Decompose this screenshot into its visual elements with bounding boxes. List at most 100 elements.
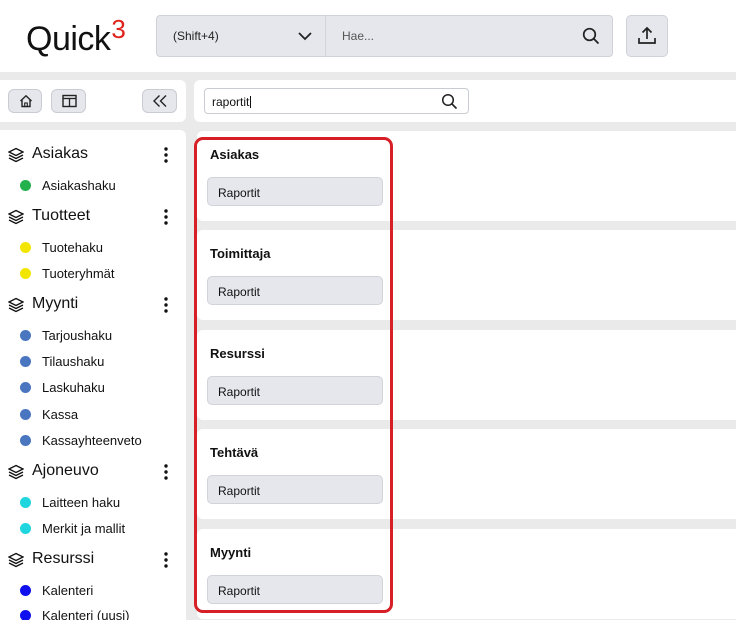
sidebar-item-laskuhaku[interactable]: Laskuhaku [0,377,186,397]
status-dot [20,330,31,341]
app-logo[interactable]: Quick3 [26,14,126,59]
raportit-button[interactable]: Raportit [207,575,383,604]
button-label: Raportit [218,186,261,200]
more-vertical-icon[interactable] [162,551,170,569]
search-icon[interactable] [582,27,600,45]
sidebar-item-label: Kassayhteenveto [42,433,142,448]
sidebar-item-label: Laitteen haku [42,495,121,510]
status-dot [20,268,31,279]
raportit-button[interactable]: Raportit [207,276,383,305]
layers-icon [8,209,24,225]
sidebar-toolbar [0,80,186,122]
menu-filter-input[interactable]: raportit [204,88,469,114]
sidebar-item-label: Tilaushaku [42,354,105,369]
global-search-input[interactable]: Hae... [342,29,374,43]
layers-icon [8,552,24,568]
layers-icon [8,147,24,163]
home-icon [20,94,32,108]
sidebar-item-kassayhteenveto[interactable]: Kassayhteenveto [0,430,186,450]
result-card-asiakas: Asiakas Raportit [197,131,736,221]
sidebar-item-tilaushaku[interactable]: Tilaushaku [0,351,186,371]
sidebar-group-label: Asiakas [32,145,89,162]
more-vertical-icon[interactable] [162,296,170,314]
sidebar-item-asiakashaku[interactable]: Asiakashaku [0,175,186,195]
search-scope-select[interactable]: (Shift+4) [157,16,326,56]
sidebar-item-laitteen-haku[interactable]: Laitteen haku [0,492,186,512]
logo-suffix: 3 [111,14,126,44]
result-card-tehtava: Tehtävä Raportit [197,429,736,519]
sidebar-group-label: Resurssi [32,550,95,567]
menu-filter-value: raportit [212,95,252,109]
more-vertical-icon[interactable] [162,463,170,481]
layout-button[interactable] [51,89,86,113]
sidebar-item-label: Tuotehaku [42,240,103,255]
chevron-down-icon [298,32,312,41]
search-icon[interactable] [441,93,458,110]
layers-icon [8,464,24,480]
result-card-resurssi: Resurssi Raportit [197,330,736,420]
sidebar-group-ajoneuvo[interactable]: Ajoneuvo [0,460,186,484]
status-dot [20,382,31,393]
sidebar-item-kalenteri[interactable]: Kalenteri [0,580,186,600]
status-dot [20,523,31,534]
sidebar-item-label: Kassa [42,407,79,422]
sidebar-group-label: Ajoneuvo [32,462,99,479]
sidebar-item-merkit-ja-mallit[interactable]: Merkit ja mallit [0,518,186,538]
button-label: Raportit [218,584,261,598]
status-dot [20,180,31,191]
status-dot [20,409,31,420]
upload-button[interactable] [626,15,668,57]
result-card-title: Tehtävä [210,445,259,460]
raportit-button[interactable]: Raportit [207,177,383,206]
sidebar-group-resurssi[interactable]: Resurssi [0,548,186,572]
sidebar-group-label: Myynti [32,295,79,312]
sidebar-group-asiakas[interactable]: Asiakas [0,143,186,167]
double-chevron-left-icon [153,95,167,107]
home-button[interactable] [8,89,42,113]
button-label: Raportit [218,285,261,299]
sidebar-item-label: Kalenteri [42,583,94,598]
status-dot [20,435,31,446]
sidebar-group-label: Tuotteet [32,207,91,224]
app-header: Quick3 (Shift+4) Hae... [0,0,736,72]
sidebar-nav: Asiakas Asiakashaku Tuotteet Tuotehaku T… [0,130,186,620]
sidebar-item-label: Merkit ja mallit [42,521,126,536]
status-dot [20,242,31,253]
status-dot [20,356,31,367]
raportit-button[interactable]: Raportit [207,376,383,405]
sidebar-group-myynti[interactable]: Myynti [0,293,186,317]
sidebar-item-label: Kalenteri (uusi) [42,608,130,620]
result-card-myynti: Myynti Raportit [197,529,736,619]
upload-icon [638,26,656,44]
raportit-button[interactable]: Raportit [207,475,383,504]
more-vertical-icon[interactable] [162,208,170,226]
status-dot [20,585,31,596]
button-label: Raportit [218,385,261,399]
sidebar-item-label: Tarjoushaku [42,328,113,343]
sidebar-group-tuotteet[interactable]: Tuotteet [0,205,186,229]
sidebar-item-kassa[interactable]: Kassa [0,404,186,424]
text-cursor [250,96,252,108]
sidebar-item-label: Laskuhaku [42,380,105,395]
global-search-bar: (Shift+4) Hae... [156,15,613,57]
result-card-title: Myynti [210,545,252,560]
more-vertical-icon[interactable] [162,146,170,164]
sidebar-item-tuotehaku[interactable]: Tuotehaku [0,237,186,257]
layers-icon [8,297,24,313]
status-dot [20,497,31,508]
search-scope-value: (Shift+4) [173,29,219,43]
sidebar-item-label: Tuoteryhmät [42,266,115,281]
result-card-title: Toimittaja [210,246,271,261]
result-card-toimittaja: Toimittaja Raportit [197,230,736,320]
result-card-title: Asiakas [210,147,260,162]
button-label: Raportit [218,484,261,498]
sidebar-item-tarjoushaku[interactable]: Tarjoushaku [0,325,186,345]
sidebar-item-label: Asiakashaku [42,178,116,193]
layout-icon [62,94,77,108]
status-dot [20,610,31,620]
logo-text: Quick [26,20,111,58]
collapse-sidebar-button[interactable] [142,89,177,113]
sidebar-item-tuoteryhmat[interactable]: Tuoteryhmät [0,263,186,283]
sidebar-item-kalenteri-uusi[interactable]: Kalenteri (uusi) [0,605,186,620]
result-card-title: Resurssi [210,346,265,361]
